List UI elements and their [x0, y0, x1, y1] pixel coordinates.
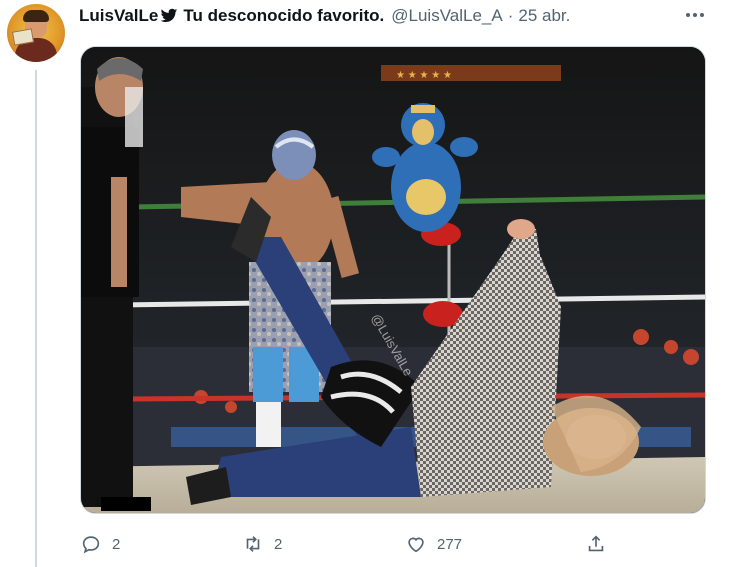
share-button[interactable] [585, 530, 607, 558]
author-name[interactable]: LuisValLe [79, 6, 158, 26]
retweet-button[interactable]: 2 [242, 530, 282, 558]
tweet[interactable]: LuisValLe Tu desconocido favorito. @Luis… [0, 0, 730, 567]
display-name[interactable]: Tu desconocido favorito. [183, 6, 384, 26]
tweet-photo[interactable]: ★ ★ ★ ★ ★ @LuisValLe [80, 46, 706, 514]
svg-text:★ ★ ★ ★ ★: ★ ★ ★ ★ ★ [396, 70, 452, 81]
wrestling-photo: ★ ★ ★ ★ ★ @LuisValLe [81, 47, 705, 513]
more-icon[interactable] [682, 5, 708, 25]
separator: · [507, 6, 514, 25]
tweet-actions: 2 2 277 [80, 530, 620, 558]
thread-line [35, 70, 37, 567]
reply-count: 2 [112, 535, 121, 553]
retweet-icon [242, 533, 264, 555]
like-button[interactable]: 277 [405, 530, 462, 558]
avatar[interactable] [7, 4, 65, 62]
share-icon [585, 533, 607, 555]
handle[interactable]: @LuisValLe_A [391, 6, 502, 26]
bird-icon [160, 8, 178, 24]
like-icon [405, 533, 427, 555]
like-count: 277 [437, 535, 463, 553]
reply-button[interactable]: 2 [80, 530, 120, 558]
retweet-count: 2 [274, 535, 283, 553]
reply-icon [80, 533, 102, 555]
tweet-header: LuisValLe Tu desconocido favorito. @Luis… [79, 6, 570, 26]
timestamp[interactable]: 25 abr. [518, 6, 570, 26]
